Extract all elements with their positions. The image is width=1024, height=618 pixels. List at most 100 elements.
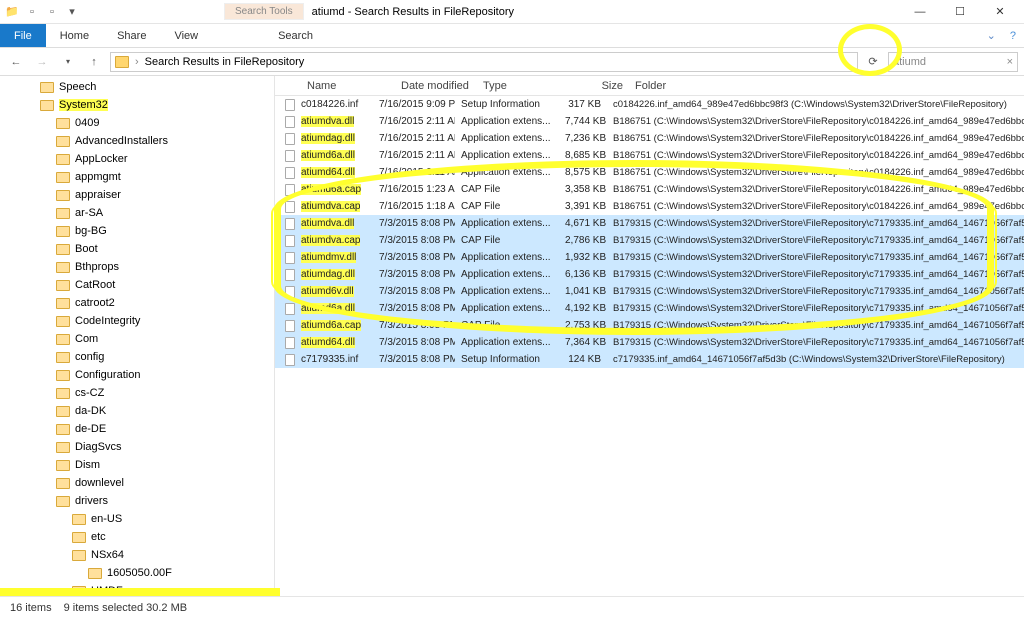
tree-item[interactable]: de-DE: [0, 420, 274, 438]
tree-item-label: 0409: [75, 117, 99, 129]
file-date: 7/3/2015 8:08 PM: [373, 286, 455, 297]
ribbon-view-tab[interactable]: View: [160, 24, 212, 47]
file-row[interactable]: atiumd6a.cap7/3/2015 8:08 PMCAP File2,75…: [275, 317, 1024, 334]
tree-item[interactable]: Bthprops: [0, 258, 274, 276]
clear-search-icon[interactable]: ×: [1007, 56, 1013, 68]
file-row[interactable]: c7179335.inf7/3/2015 8:08 PMSetup Inform…: [275, 351, 1024, 368]
tree-item[interactable]: config: [0, 348, 274, 366]
col-size[interactable]: Size: [581, 80, 629, 92]
tree-item[interactable]: appmgmt: [0, 168, 274, 186]
tree-item-label: Configuration: [75, 369, 140, 381]
file-folder: B186751 (C:\Windows\System32\DriverStore…: [607, 184, 1024, 195]
tree-item[interactable]: da-DK: [0, 402, 274, 420]
col-type[interactable]: Type: [477, 80, 581, 92]
file-folder: B186751 (C:\Windows\System32\DriverStore…: [607, 133, 1024, 144]
tree-item[interactable]: AdvancedInstallers: [0, 132, 274, 150]
ribbon-expand-icon[interactable]: ⌄: [987, 29, 996, 42]
file-row[interactable]: atiumdva.cap7/16/2015 1:18 AMCAP File3,3…: [275, 198, 1024, 215]
tree-item-label: UMDF: [91, 585, 123, 596]
tree-item[interactable]: Configuration: [0, 366, 274, 384]
column-headers[interactable]: Name Date modified Type Size Folder: [275, 76, 1024, 96]
ribbon-share-tab[interactable]: Share: [103, 24, 160, 47]
file-row[interactable]: atiumdva.dll7/16/2015 2:11 AMApplication…: [275, 113, 1024, 130]
tree-item[interactable]: DiagSvcs: [0, 438, 274, 456]
minimize-button[interactable]: —: [900, 1, 940, 23]
file-row[interactable]: atiumd64.dll7/3/2015 8:08 PMApplication …: [275, 334, 1024, 351]
col-name[interactable]: Name: [301, 80, 395, 92]
tree-item[interactable]: catroot2: [0, 294, 274, 312]
file-row[interactable]: atiumd6a.dll7/16/2015 2:11 AMApplication…: [275, 147, 1024, 164]
file-row[interactable]: atiumd6a.cap7/16/2015 1:23 AMCAP File3,3…: [275, 181, 1024, 198]
file-row[interactable]: atiumdmv.dll7/3/2015 8:08 PMApplication …: [275, 249, 1024, 266]
address-input[interactable]: › Search Results in FileRepository: [110, 52, 858, 72]
tree-item[interactable]: UMDF: [0, 582, 274, 596]
file-icon: [283, 201, 297, 213]
navigation-tree[interactable]: Speech System32 0409 AdvancedInstallers AppL…: [0, 76, 275, 596]
maximize-button[interactable]: ☐: [940, 1, 980, 23]
file-row[interactable]: atiumd64.dll7/16/2015 2:11 AMApplication…: [275, 164, 1024, 181]
tree-item-label: AdvancedInstallers: [75, 135, 168, 147]
tree-item[interactable]: en-US: [0, 510, 274, 528]
file-row[interactable]: atiumdva.cap7/3/2015 8:08 PMCAP File2,78…: [275, 232, 1024, 249]
forward-button[interactable]: →: [32, 52, 52, 72]
tree-item[interactable]: bg-BG: [0, 222, 274, 240]
col-date[interactable]: Date modified: [395, 80, 477, 92]
file-row[interactable]: atiumd6a.dll7/3/2015 8:08 PMApplication …: [275, 300, 1024, 317]
search-tools-tab[interactable]: Search Tools: [224, 3, 304, 20]
tree-item-label: Speech: [59, 81, 96, 93]
tree-item-label: CodeIntegrity: [75, 315, 140, 327]
folder-icon: 📁: [4, 4, 20, 20]
file-name: atiumdag.dll: [301, 269, 373, 280]
tree-item[interactable]: appraiser: [0, 186, 274, 204]
recent-dropdown[interactable]: ▾: [58, 52, 78, 72]
file-folder: B179315 (C:\Windows\System32\DriverStore…: [607, 269, 1024, 280]
ribbon-home-tab[interactable]: Home: [46, 24, 103, 47]
tree-item[interactable]: drivers: [0, 492, 274, 510]
file-date: 7/3/2015 8:08 PM: [373, 252, 455, 263]
file-row[interactable]: atiumdva.dll7/3/2015 8:08 PMApplication …: [275, 215, 1024, 232]
file-icon: [283, 303, 297, 315]
col-folder[interactable]: Folder: [629, 80, 1024, 92]
help-icon[interactable]: ?: [1010, 30, 1016, 42]
tree-item[interactable]: Com: [0, 330, 274, 348]
tree-item[interactable]: System32: [0, 96, 274, 114]
tree-item-label: drivers: [75, 495, 108, 507]
file-row[interactable]: atiumdag.dll7/3/2015 8:08 PMApplication …: [275, 266, 1024, 283]
file-type: Application extens...: [455, 269, 559, 280]
properties-icon[interactable]: ▫: [24, 4, 40, 20]
tree-item[interactable]: downlevel: [0, 474, 274, 492]
tree-item[interactable]: 0409: [0, 114, 274, 132]
tree-item-label: 1605050.00F: [107, 567, 172, 579]
file-type: Setup Information: [455, 99, 559, 110]
tree-item[interactable]: ar-SA: [0, 204, 274, 222]
tree-item[interactable]: NSx64: [0, 546, 274, 564]
close-button[interactable]: ✕: [980, 1, 1020, 23]
tree-item[interactable]: Boot: [0, 240, 274, 258]
tree-item-label: appmgmt: [75, 171, 121, 183]
tree-item[interactable]: AppLocker: [0, 150, 274, 168]
folder-icon: [40, 100, 54, 111]
tree-item[interactable]: Speech: [0, 78, 274, 96]
file-row[interactable]: c0184226.inf7/16/2015 9:09 PMSetup Infor…: [275, 96, 1024, 113]
file-type: Application extens...: [455, 116, 559, 127]
tree-item[interactable]: Dism: [0, 456, 274, 474]
results-list[interactable]: Name Date modified Type Size Folder c018…: [275, 76, 1024, 596]
back-button[interactable]: ←: [6, 52, 26, 72]
qat-dropdown-icon[interactable]: ▾: [64, 4, 80, 20]
refresh-button[interactable]: ⟳: [864, 53, 882, 71]
search-input[interactable]: atiumd ×: [888, 52, 1018, 72]
file-icon: [283, 252, 297, 264]
ribbon-file-tab[interactable]: File: [0, 24, 46, 47]
file-date: 7/3/2015 8:08 PM: [373, 337, 455, 348]
file-row[interactable]: atiumdag.dll7/16/2015 2:11 AMApplication…: [275, 130, 1024, 147]
ribbon-search-tab[interactable]: Search: [264, 24, 327, 47]
tree-item[interactable]: etc: [0, 528, 274, 546]
new-folder-icon[interactable]: ▫: [44, 4, 60, 20]
file-size: 8,575 KB: [559, 167, 607, 178]
tree-item[interactable]: CodeIntegrity: [0, 312, 274, 330]
file-row[interactable]: atiumd6v.dll7/3/2015 8:08 PMApplication …: [275, 283, 1024, 300]
tree-item[interactable]: 1605050.00F: [0, 564, 274, 582]
tree-item[interactable]: cs-CZ: [0, 384, 274, 402]
tree-item[interactable]: CatRoot: [0, 276, 274, 294]
up-button[interactable]: ↑: [84, 52, 104, 72]
